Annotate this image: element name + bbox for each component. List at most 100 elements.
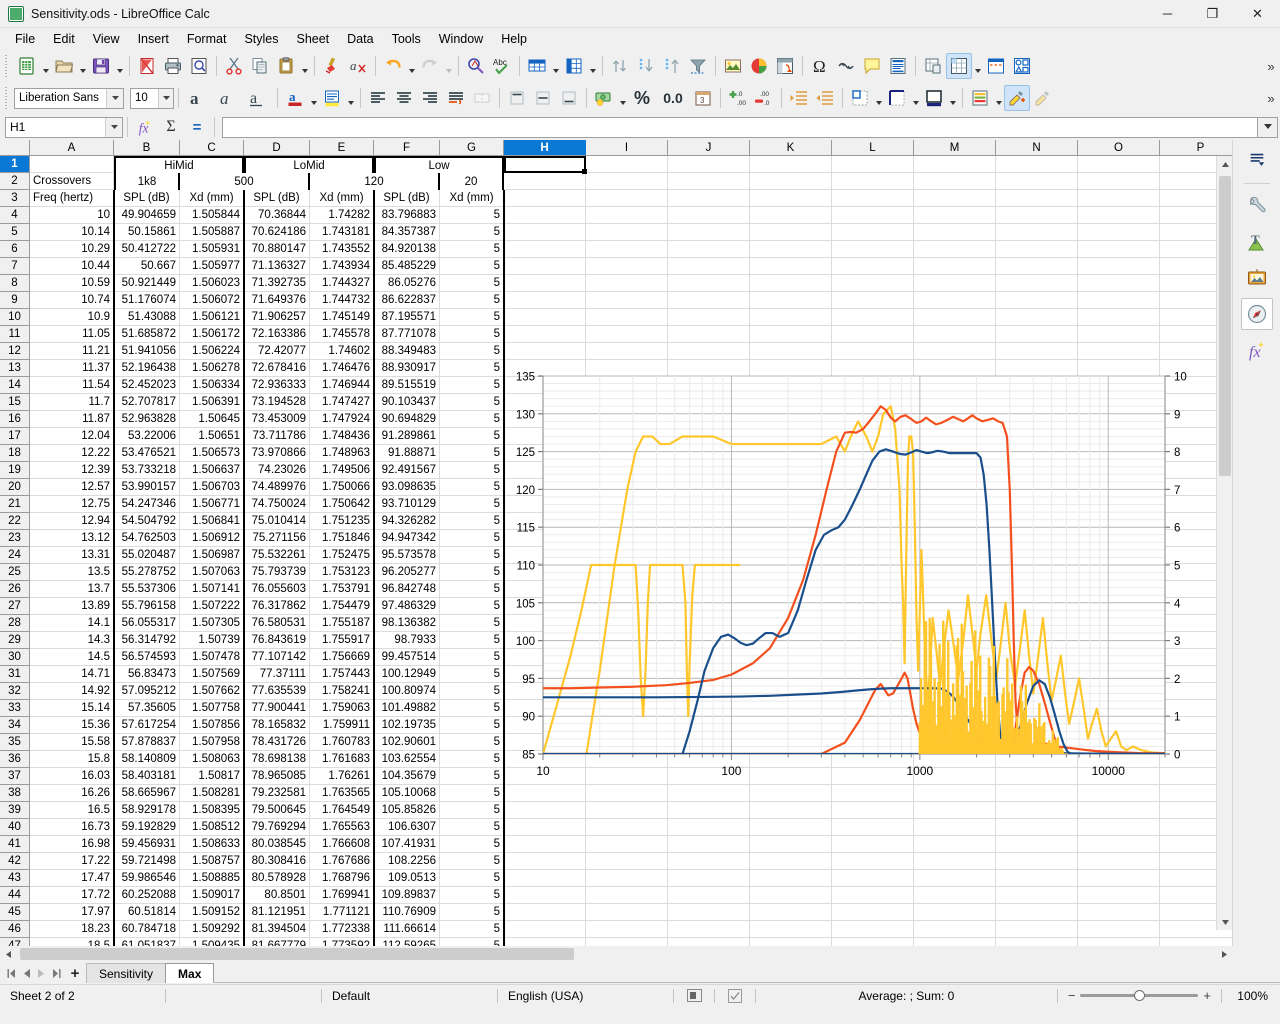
column-header-m[interactable]: M <box>914 140 996 156</box>
cell-D31[interactable]: 77.37111 <box>244 666 310 683</box>
cell-B33[interactable]: 57.35605 <box>114 700 180 717</box>
increase-indent-icon[interactable] <box>786 85 812 111</box>
cell-F39[interactable]: 105.85826 <box>374 802 440 819</box>
row-header-13[interactable]: 13 <box>0 360 30 377</box>
print-preview-icon[interactable] <box>186 53 212 79</box>
row-header-33[interactable]: 33 <box>0 700 30 717</box>
cell-K11[interactable] <box>750 326 832 343</box>
cell-J10[interactable] <box>668 309 750 326</box>
cell-A25[interactable]: 13.5 <box>30 564 114 581</box>
headers-footers-icon[interactable] <box>885 53 911 79</box>
cell-E41[interactable]: 1.766608 <box>310 836 374 853</box>
add-decimal-icon[interactable]: .0.00 <box>725 85 751 111</box>
cell-N1[interactable] <box>996 156 1078 173</box>
cell-G16[interactable]: 5 <box>440 411 504 428</box>
cell-K4[interactable] <box>750 207 832 224</box>
cell-E28[interactable]: 1.755187 <box>310 615 374 632</box>
row-header-38[interactable]: 38 <box>0 785 30 802</box>
special-character-icon[interactable]: Ω <box>807 53 833 79</box>
cell-B22[interactable]: 54.504792 <box>114 513 180 530</box>
cell-N43[interactable] <box>996 870 1078 887</box>
column-header-k[interactable]: K <box>750 140 832 156</box>
cell-A11[interactable]: 11.05 <box>30 326 114 343</box>
cell-E30[interactable]: 1.756669 <box>310 649 374 666</box>
row-header-34[interactable]: 34 <box>0 717 30 734</box>
cell-F18[interactable]: 91.88871 <box>374 445 440 462</box>
cell-G28[interactable]: 5 <box>440 615 504 632</box>
cell-A14[interactable]: 11.54 <box>30 377 114 394</box>
cell-B27[interactable]: 55.796158 <box>114 598 180 615</box>
cell-E24[interactable]: 1.752475 <box>310 547 374 564</box>
currency-dropdown[interactable] <box>617 85 628 111</box>
cell-M8[interactable] <box>914 275 996 292</box>
cell-D24[interactable]: 75.532261 <box>244 547 310 564</box>
row-header-37[interactable]: 37 <box>0 768 30 785</box>
cell-D40[interactable]: 79.769294 <box>244 819 310 836</box>
cell-J44[interactable] <box>668 887 750 904</box>
cell-K45[interactable] <box>750 904 832 921</box>
row-header-40[interactable]: 40 <box>0 819 30 836</box>
row-header-43[interactable]: 43 <box>0 870 30 887</box>
cell-I6[interactable] <box>586 241 668 258</box>
cell-K2[interactable] <box>750 173 832 190</box>
cell-G9[interactable]: 5 <box>440 292 504 309</box>
first-sheet-button[interactable] <box>4 964 19 982</box>
menu-window[interactable]: Window <box>430 30 492 48</box>
cell-F6[interactable]: 84.920138 <box>374 241 440 258</box>
cell-E43[interactable]: 1.768796 <box>310 870 374 887</box>
cell-O44[interactable] <box>1078 887 1160 904</box>
cell-G41[interactable]: 5 <box>440 836 504 853</box>
cell-O11[interactable] <box>1078 326 1160 343</box>
cell-F35[interactable]: 102.90601 <box>374 734 440 751</box>
cell-L12[interactable] <box>832 343 914 360</box>
cell-A3[interactable]: Freq (hertz) <box>30 190 114 207</box>
cell-M4[interactable] <box>914 207 996 224</box>
cell-F11[interactable]: 87.771078 <box>374 326 440 343</box>
cell-O5[interactable] <box>1078 224 1160 241</box>
cell-E38[interactable]: 1.763565 <box>310 785 374 802</box>
cell-M41[interactable] <box>914 836 996 853</box>
cell-C31[interactable]: 1.507569 <box>180 666 244 683</box>
cell-A28[interactable]: 14.1 <box>30 615 114 632</box>
cell-O6[interactable] <box>1078 241 1160 258</box>
crossover-value-cell[interactable]: 20 <box>440 173 504 190</box>
crossover-value-cell[interactable]: 1k8 <box>114 173 180 190</box>
hyperlink-icon[interactable] <box>833 53 859 79</box>
cell-A44[interactable]: 17.72 <box>30 887 114 904</box>
align-bottom-icon[interactable] <box>556 85 582 111</box>
row-header-4[interactable]: 4 <box>0 207 30 224</box>
cell-B43[interactable]: 59.986546 <box>114 870 180 887</box>
standard-toolbar-overflow[interactable]: » <box>1262 53 1280 79</box>
row-header-42[interactable]: 42 <box>0 853 30 870</box>
cell-H6[interactable] <box>504 241 586 258</box>
cell-B29[interactable]: 56.314792 <box>114 632 180 649</box>
cell-B44[interactable]: 60.252088 <box>114 887 180 904</box>
cell-A18[interactable]: 12.22 <box>30 445 114 462</box>
cell-L42[interactable] <box>832 853 914 870</box>
cell-L40[interactable] <box>832 819 914 836</box>
cell-B24[interactable]: 55.020487 <box>114 547 180 564</box>
cell-O45[interactable] <box>1078 904 1160 921</box>
column-header-c[interactable]: C <box>180 140 244 156</box>
cell-E13[interactable]: 1.746476 <box>310 360 374 377</box>
cell-M3[interactable] <box>914 190 996 207</box>
cell-A12[interactable]: 11.21 <box>30 343 114 360</box>
align-center-icon[interactable] <box>391 85 417 111</box>
cell-G19[interactable]: 5 <box>440 462 504 479</box>
cell-H8[interactable] <box>504 275 586 292</box>
cell-C18[interactable]: 1.506573 <box>180 445 244 462</box>
cell-C28[interactable]: 1.507305 <box>180 615 244 632</box>
cell-E12[interactable]: 1.74602 <box>310 343 374 360</box>
border-color-dropdown[interactable] <box>947 85 958 111</box>
cell-C13[interactable]: 1.506278 <box>180 360 244 377</box>
cell-L3[interactable] <box>832 190 914 207</box>
cell-B34[interactable]: 57.617254 <box>114 717 180 734</box>
underline-icon[interactable]: a <box>243 85 273 111</box>
cell-N41[interactable] <box>996 836 1078 853</box>
cell-O42[interactable] <box>1078 853 1160 870</box>
cell-N4[interactable] <box>996 207 1078 224</box>
cell-J12[interactable] <box>668 343 750 360</box>
cell-B31[interactable]: 56.83473 <box>114 666 180 683</box>
row-header-2[interactable]: 2 <box>0 173 30 190</box>
cell-F43[interactable]: 109.0513 <box>374 870 440 887</box>
